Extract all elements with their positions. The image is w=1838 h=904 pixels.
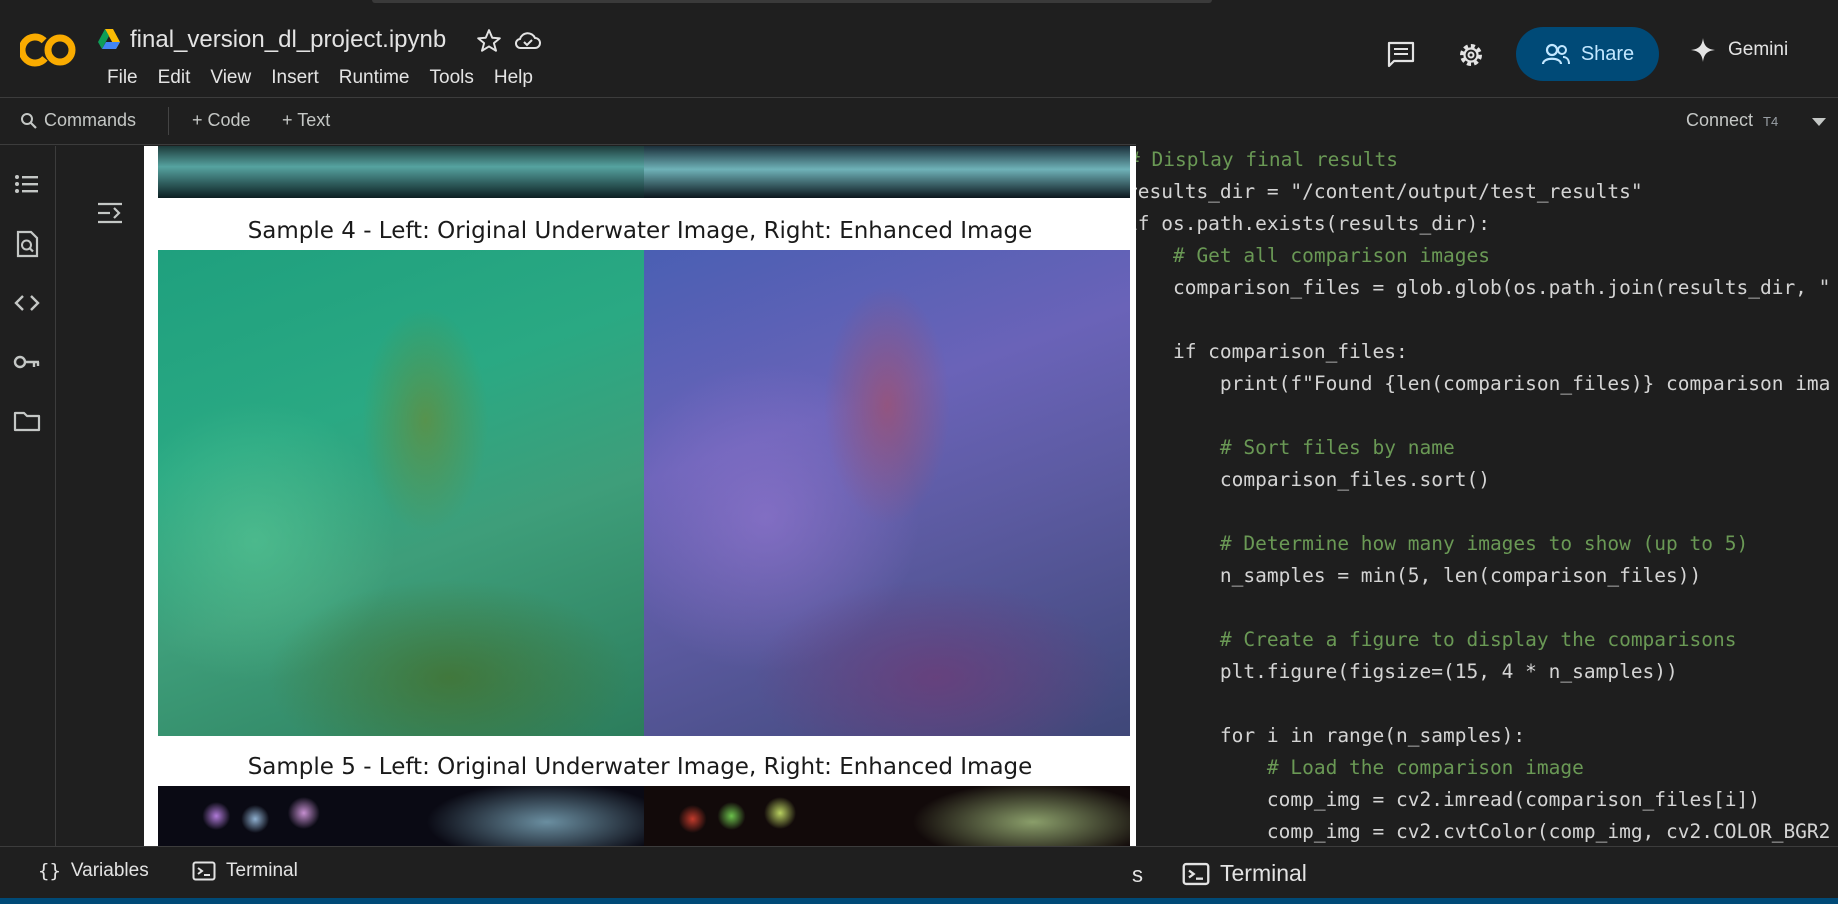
code-line: # Determine how many images to show (up …	[1136, 532, 1749, 555]
variables-button[interactable]: {} Variables	[38, 860, 149, 882]
terminal-label: Terminal	[226, 860, 298, 881]
terminal-icon	[192, 861, 216, 881]
code-line: results_dir = "/content/output/test_resu…	[1136, 180, 1643, 203]
find-replace-icon[interactable]	[12, 229, 42, 259]
sample-5-caption: Sample 5 - Left: Original Underwater Ima…	[247, 754, 1033, 780]
comment-icon[interactable]	[1386, 40, 1416, 68]
output-collapse-icon[interactable]	[96, 200, 124, 226]
menu-help[interactable]: Help	[484, 65, 543, 91]
cloud-saved-icon[interactable]	[514, 29, 542, 53]
menu-tools[interactable]: Tools	[420, 65, 484, 91]
files-folder-icon[interactable]	[12, 406, 42, 436]
google-drive-icon[interactable]	[98, 29, 120, 49]
code-line: if os.path.exists(results_dir):	[1136, 212, 1490, 235]
code-line: comp_img = cv2.imread(comparison_files[i…	[1136, 788, 1760, 811]
gemini-sparkle-icon	[1690, 37, 1716, 63]
connect-dropdown-chevron-icon[interactable]	[1812, 118, 1826, 126]
share-label: Share	[1580, 42, 1635, 65]
toolbar-divider	[168, 107, 169, 135]
code-line: # Load the comparison image	[1136, 756, 1584, 779]
star-icon[interactable]	[476, 28, 502, 54]
code-line: # Display final results	[1136, 148, 1399, 171]
sample-3-enhanced-image	[644, 146, 1130, 198]
gemini-button[interactable]: Gemini	[1690, 37, 1788, 63]
braces-icon: {}	[38, 860, 61, 882]
terminal-label: Terminal	[1220, 860, 1307, 886]
table-of-contents-icon[interactable]	[12, 169, 42, 199]
share-button[interactable]: Share	[1516, 27, 1659, 81]
colab-logo[interactable]	[20, 32, 76, 68]
code-line: # Sort files by name	[1136, 436, 1455, 459]
menu-edit[interactable]: Edit	[148, 65, 201, 91]
code-line: comp_img = cv2.cvtColor(comp_img, cv2.CO…	[1136, 820, 1831, 843]
menu-bar: File Edit View Insert Runtime Tools Help	[97, 65, 543, 91]
code-snippets-icon[interactable]	[12, 288, 42, 318]
menu-runtime[interactable]: Runtime	[329, 65, 420, 91]
sample-4-original-image	[158, 250, 644, 736]
sample-3-original-image	[158, 146, 644, 198]
code-line: n_samples = min(5, len(comparison_files)…	[1136, 564, 1702, 587]
code-line: # Create a figure to display the compari…	[1136, 628, 1737, 651]
connect-button[interactable]: Connect T4	[1686, 110, 1778, 131]
share-people-icon	[1541, 43, 1571, 65]
code-line: plt.figure(figsize=(15, 4 * n_samples))	[1136, 660, 1678, 683]
sample-4-enhanced-image	[644, 250, 1130, 736]
terminal-button-secondary[interactable]: Terminal	[1182, 860, 1307, 887]
add-text-button[interactable]: + Text	[282, 110, 330, 131]
gemini-label: Gemini	[1728, 39, 1789, 60]
terminal-button[interactable]: Terminal	[192, 860, 298, 882]
menu-file[interactable]: File	[97, 65, 148, 91]
variables-label: Variables	[70, 860, 149, 881]
commands-button[interactable]: Commands	[20, 110, 136, 131]
code-line: for i in range(n_samples):	[1136, 724, 1526, 747]
status-strip	[0, 898, 1838, 904]
partial-tab-label[interactable]: s	[1132, 862, 1143, 888]
secrets-key-icon[interactable]	[12, 347, 42, 377]
code-cell-editor[interactable]: # Display final results results_dir = "/…	[1136, 140, 1838, 846]
settings-gear-icon[interactable]	[1456, 40, 1486, 70]
commands-label: Commands	[44, 110, 137, 130]
menu-insert[interactable]: Insert	[261, 65, 329, 91]
menu-view[interactable]: View	[200, 65, 261, 91]
connect-label: Connect	[1686, 110, 1754, 130]
search-icon	[20, 112, 38, 130]
cell-gutter	[56, 146, 144, 846]
sample-5-original-image	[158, 786, 644, 846]
terminal-icon	[1182, 862, 1210, 886]
notebook-toolbar	[0, 98, 1838, 145]
sample-4-caption: Sample 4 - Left: Original Underwater Ima…	[247, 218, 1033, 244]
cell-output: Sample 4 - Left: Original Underwater Ima…	[144, 146, 1136, 846]
sample-5-enhanced-image	[644, 786, 1130, 846]
code-line: if comparison_files:	[1136, 340, 1408, 363]
code-line: comparison_files.sort()	[1136, 468, 1490, 491]
top-scroll-strip	[372, 0, 1212, 3]
code-line: comparison_files = glob.glob(os.path.joi…	[1136, 276, 1831, 299]
add-code-button[interactable]: + Code	[192, 110, 251, 131]
code-line: print(f"Found {len(comparison_files)} co…	[1136, 372, 1831, 395]
notebook-title[interactable]: final_version_dl_project.ipynb	[130, 26, 446, 54]
code-line: # Get all comparison images	[1136, 244, 1490, 267]
runtime-type-label: T4	[1763, 114, 1779, 129]
